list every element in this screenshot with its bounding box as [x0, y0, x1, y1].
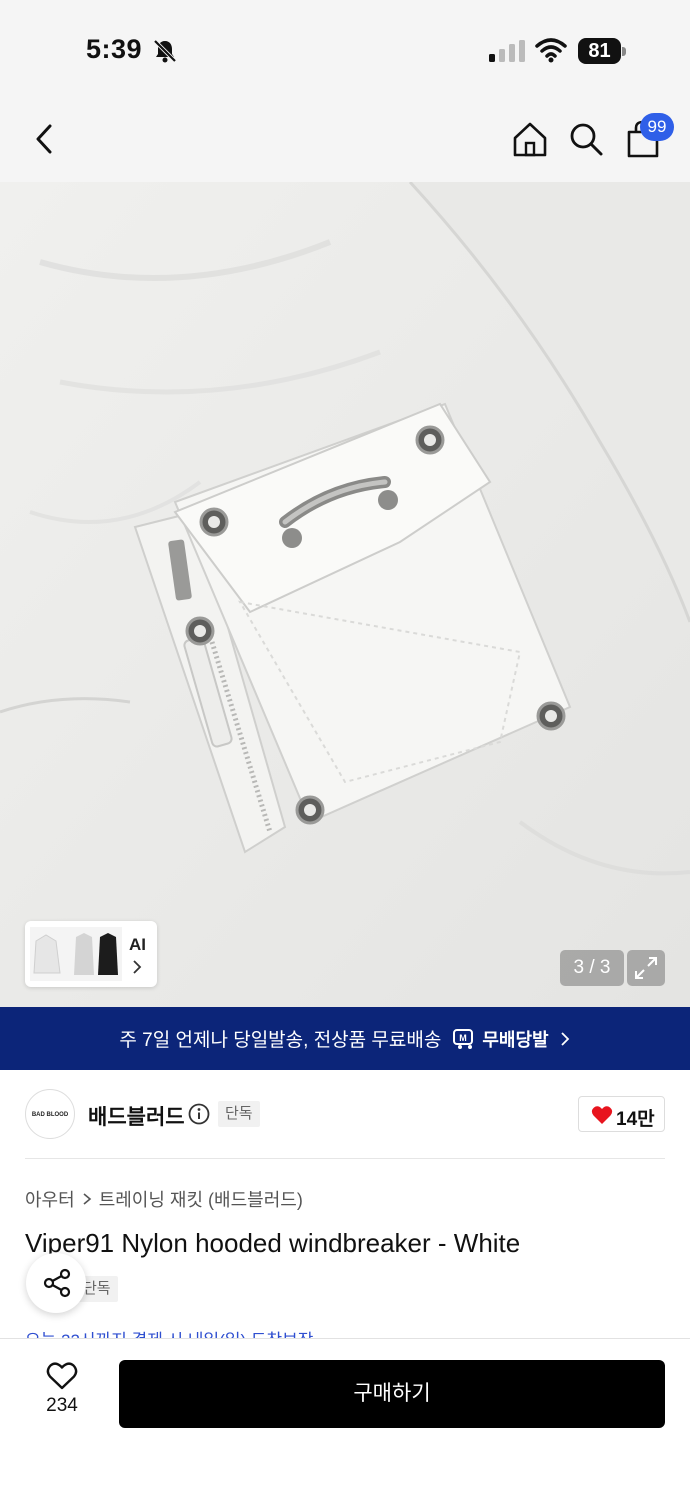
chevron-right-icon: [83, 1193, 91, 1205]
image-counter: 3 / 3: [560, 950, 624, 986]
promo-text: 주 7일 언제나 당일발송, 전상품 무료배송: [119, 1030, 442, 1051]
search-icon[interactable]: [566, 118, 606, 160]
category-breadcrumb: 아우터 트레이닝 재킷 (배드블러드): [25, 1186, 303, 1212]
product-image[interactable]: [0, 182, 690, 1008]
brand-name[interactable]: 배드블러드: [88, 1101, 185, 1131]
brand-like-count: 14만: [616, 1109, 655, 1130]
heart-filled-icon: [591, 1106, 613, 1124]
delivery-guarantee-text: 오늘 22시까지 결제 시 내일(일) 도착보장: [25, 1326, 313, 1338]
info-icon[interactable]: [188, 1103, 210, 1125]
wishlist-count: 234: [46, 1395, 78, 1416]
expand-icon: [635, 957, 657, 979]
share-icon: [43, 1268, 71, 1298]
cart-count-badge: 99: [640, 113, 674, 141]
jacket-pocket-photo: [0, 182, 690, 1008]
chevron-right-icon: [560, 1031, 569, 1046]
ai-label: AI: [129, 935, 146, 954]
expand-image-button[interactable]: [627, 950, 665, 986]
brand-like-button[interactable]: 14만: [578, 1096, 665, 1132]
breadcrumb-item-training-jacket[interactable]: 트레이닝 재킷 (배드블러드): [99, 1186, 303, 1212]
ai-styling-card[interactable]: AI: [25, 921, 157, 987]
svg-text:M: M: [460, 1033, 468, 1043]
back-arrow-icon[interactable]: [26, 118, 64, 160]
exclusive-badge: 단독: [218, 1101, 260, 1127]
status-time: 5:39: [86, 34, 143, 64]
silent-bell-icon: [153, 39, 177, 63]
divider: [25, 1158, 665, 1159]
cellular-signal-icon: [489, 40, 525, 62]
brand-logo[interactable]: BAD BLOOD: [25, 1089, 75, 1139]
wishlist-button[interactable]: 234: [34, 1361, 90, 1425]
brand-row: BAD BLOOD 배드블러드 단독 14만: [0, 1070, 690, 1158]
breadcrumb-item-outer[interactable]: 아우터: [25, 1186, 75, 1212]
wifi-icon: [535, 38, 567, 63]
buy-button[interactable]: 구매하기: [119, 1360, 665, 1428]
product-title: Viper91 Nylon hooded windbreaker - White: [25, 1228, 521, 1258]
free-shipping-banner[interactable]: 주 7일 언제나 당일발송, 전상품 무료배송 M 무배당발: [0, 1007, 690, 1070]
status-bar: 5:39 81: [0, 0, 690, 100]
bottom-action-bar: 234 구매하기: [0, 1338, 690, 1500]
home-icon[interactable]: [510, 118, 550, 160]
product-thumbnails: [30, 927, 122, 981]
top-nav-bar: [0, 100, 690, 182]
battery-indicator: 81: [578, 38, 626, 64]
chevron-right-icon: [133, 960, 142, 974]
battery-level: 81: [578, 38, 621, 64]
share-button[interactable]: [26, 1253, 86, 1313]
delivery-truck-icon: M: [453, 1028, 474, 1049]
heart-outline-icon: [46, 1362, 78, 1390]
promo-brand: 무배당발: [482, 1029, 549, 1050]
